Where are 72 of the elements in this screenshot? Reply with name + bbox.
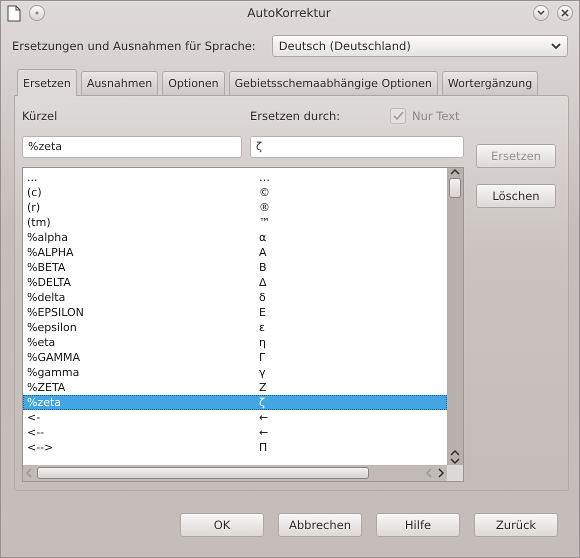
minimize-button[interactable] (533, 5, 549, 21)
dialog-button[interactable]: Hilfe (376, 513, 460, 537)
list-cell[interactable]: %epsilon (23, 320, 255, 335)
list-cell[interactable]: %DELTA (23, 274, 255, 290)
dialog-button[interactable]: Abbrechen (278, 513, 362, 537)
tab[interactable]: Ersetzen (17, 69, 77, 96)
list-cell[interactable]: %BETA (23, 260, 255, 275)
list-cell[interactable]: %alpha (23, 230, 255, 245)
list-cell[interactable]: %GAMMA (23, 350, 255, 365)
list-cell[interactable]: γ (255, 364, 266, 380)
horizontal-scrollbar[interactable] (23, 465, 447, 481)
language-label: Ersetzungen und Ausnahmen für Sprache: (12, 39, 256, 53)
vertical-scrollbar[interactable] (447, 168, 463, 465)
list-cell[interactable]: η (255, 334, 266, 350)
list-cell[interactable]: ε (255, 320, 265, 335)
list-cell[interactable]: <- (23, 410, 255, 425)
list-cell[interactable]: © (255, 184, 270, 200)
scroll-right-icon[interactable] (437, 468, 445, 478)
close-icon (561, 9, 569, 17)
list-cell[interactable]: Δ (255, 274, 267, 290)
list-cell[interactable]: %gamma (23, 364, 255, 380)
shortcut-field[interactable]: %zeta (22, 136, 242, 158)
scrollbar-thumb[interactable] (37, 467, 369, 479)
list-cell[interactable]: %ALPHA (23, 244, 255, 260)
list-cell[interactable]: Ζ (255, 380, 267, 395)
list-cell[interactable]: … (255, 170, 270, 185)
document-icon (7, 4, 21, 22)
scrollbar-thumb[interactable] (449, 178, 461, 198)
tab[interactable]: Wortergänzung (442, 71, 538, 95)
scrollbar-corner (447, 465, 463, 481)
shortcut-label: Kürzel (22, 108, 58, 123)
list-cell[interactable]: Β (255, 260, 267, 275)
list-cell[interactable]: %delta (23, 290, 255, 305)
list-cell[interactable]: <-- (23, 424, 255, 440)
tab[interactable]: Gebietsschemaabhängige Optionen (228, 71, 438, 95)
dialog-button[interactable]: Zurück (474, 513, 558, 537)
list-cell[interactable]: ... (23, 170, 255, 185)
close-button[interactable] (557, 5, 573, 21)
list-cell[interactable]: ® (255, 200, 270, 215)
language-dropdown[interactable]: Deutsch (Deutschland) (272, 35, 568, 57)
dialog-button[interactable]: OK (180, 513, 264, 537)
list-cell[interactable]: Ε (255, 304, 266, 320)
action-button[interactable]: Löschen (476, 184, 556, 208)
list-cell[interactable]: ™ (255, 214, 270, 230)
list-cell[interactable]: Γ (255, 350, 266, 365)
chevron-down-icon (537, 10, 545, 16)
list-cell[interactable]: δ (255, 290, 266, 305)
menu-button[interactable] (29, 5, 45, 21)
tab[interactable]: Ausnahmen (80, 71, 158, 95)
list-cell[interactable]: ← (255, 410, 268, 425)
dot-icon (35, 11, 39, 15)
caret-icon (551, 42, 561, 50)
scroll-down-icon[interactable] (450, 457, 460, 465)
list-cell[interactable]: <--> (23, 440, 255, 455)
list-cell[interactable]: (c) (23, 184, 255, 200)
list-cell[interactable]: %eta (23, 334, 255, 350)
list-cell[interactable]: α (255, 230, 266, 245)
list-cell[interactable]: (tm) (23, 214, 255, 230)
list-cell[interactable]: %EPSILON (23, 304, 255, 320)
scroll-up-icon[interactable] (450, 168, 460, 176)
checkmark-icon (392, 110, 404, 121)
text-only-label: Nur Text (412, 108, 460, 123)
tab[interactable]: Optionen (162, 71, 225, 95)
list-cell[interactable]: Α (255, 244, 267, 260)
window-title: AutoKorrektur (246, 6, 332, 20)
list-cell[interactable]: Π (255, 440, 268, 455)
list-cell[interactable]: ← (255, 424, 268, 440)
replace-with-field[interactable]: ζ (250, 136, 464, 158)
replace-with-label: Ersetzen durch: (250, 108, 342, 123)
list-cell[interactable]: %ZETA (23, 380, 255, 395)
list-cell[interactable]: (r) (23, 200, 255, 215)
scroll-up-icon[interactable] (450, 449, 460, 457)
